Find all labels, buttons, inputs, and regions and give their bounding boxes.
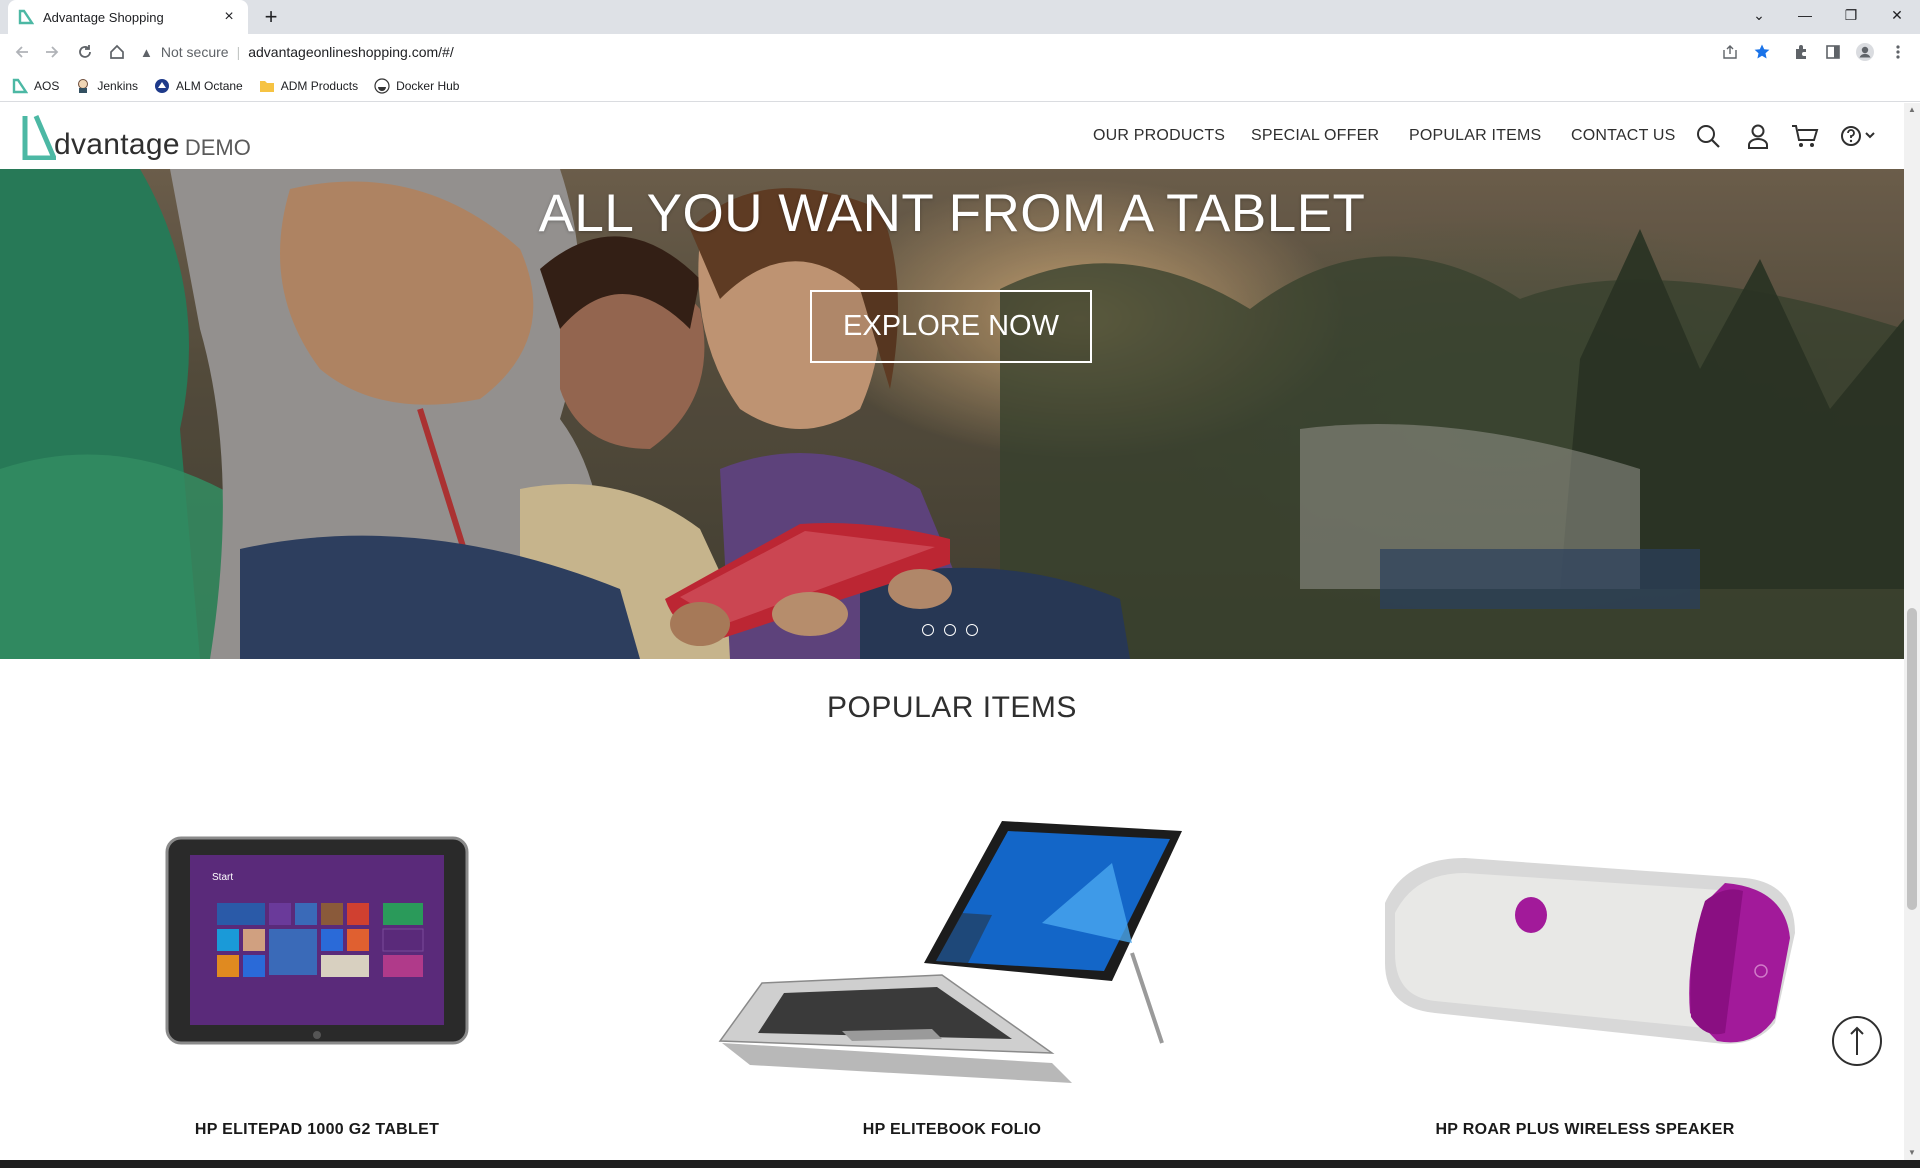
profile-avatar-icon[interactable] <box>1855 42 1875 62</box>
bookmark-aos[interactable]: AOS <box>12 78 59 94</box>
product-name[interactable]: HP ELITEPAD 1000 G2 TABLET <box>57 1121 577 1139</box>
forward-button[interactable] <box>40 40 64 64</box>
bookmark-adm-products[interactable]: ADM Products <box>259 78 358 94</box>
scrollbar-thumb[interactable] <box>1907 608 1917 910</box>
product-image-elitebook-folio[interactable] <box>692 803 1212 1093</box>
browser-menu-icon[interactable] <box>1888 42 1908 62</box>
browser-toolbar: ▲ Not secure | advantageonlineshopping.c… <box>0 34 1920 70</box>
bookmark-label: Jenkins <box>97 78 139 93</box>
arrow-up-icon <box>1850 1026 1864 1055</box>
share-icon[interactable] <box>1720 42 1740 62</box>
bookmark-jenkins[interactable]: Jenkins <box>75 78 138 94</box>
hero-banner: ALL YOU WANT FROM A TABLET EXPLORE NOW <box>0 169 1904 659</box>
address-divider: | <box>236 44 241 60</box>
logo-demo-label: DEMO <box>184 135 251 160</box>
product-card[interactable]: HP ELITEBOOK FOLIO <box>692 803 1212 1160</box>
site-header: dvantage DEMO OUR PRODUCTS SPECIAL OFFER… <box>0 103 1904 169</box>
product-card[interactable]: HP ROAR PLUS WIRELESS SPEAKER <box>1325 803 1845 1160</box>
nav-special-offer[interactable]: SPECIAL OFFER <box>1251 127 1379 145</box>
bookmark-label: ALM Octane <box>176 78 243 93</box>
bookmark-label: ADM Products <box>280 78 359 93</box>
home-icon <box>110 44 124 59</box>
product-name[interactable]: HP ELITEBOOK FOLIO <box>692 1121 1212 1139</box>
new-tab-button[interactable]: + <box>258 4 284 30</box>
tab-close-icon[interactable]: × <box>220 8 238 26</box>
home-button[interactable] <box>105 40 129 64</box>
side-panel-icon[interactable] <box>1823 42 1843 62</box>
tab-search-icon[interactable]: ⌄ <box>1736 0 1782 30</box>
carousel-dot-3[interactable] <box>966 624 978 636</box>
forward-arrow-icon <box>46 46 59 58</box>
bookmark-label: AOS <box>34 78 60 93</box>
bookmark-label: Docker Hub <box>396 78 460 93</box>
svg-text:Start: Start <box>212 872 233 883</box>
web-page: dvantage DEMO OUR PRODUCTS SPECIAL OFFER… <box>0 103 1904 1160</box>
reload-icon <box>79 45 91 58</box>
carousel-dot-2[interactable] <box>944 624 956 636</box>
carousel-indicators <box>922 624 978 636</box>
extensions-icon[interactable] <box>1791 42 1811 62</box>
product-image-roar-plus-speaker[interactable] <box>1325 803 1845 1093</box>
product-image-elitepad[interactable]: Start <box>57 803 577 1093</box>
window-close-button[interactable]: ✕ <box>1874 0 1920 30</box>
folder-icon <box>259 80 274 92</box>
minimize-button[interactable]: — <box>1782 0 1828 30</box>
nav-contact-us[interactable]: CONTACT US <box>1571 127 1676 145</box>
aos-logo-icon <box>12 78 28 93</box>
hero-title: ALL YOU WANT FROM A TABLET <box>538 184 1366 243</box>
reload-button[interactable] <box>73 40 97 64</box>
page-scrollbar[interactable]: ▲ ▼ <box>1904 103 1920 1160</box>
browser-tab-active[interactable]: Advantage Shopping × <box>8 0 248 34</box>
aos-favicon-icon <box>18 9 34 25</box>
scroll-to-top-button[interactable] <box>1832 1016 1882 1066</box>
bookmark-docker-hub[interactable]: Docker Hub <box>374 77 460 94</box>
product-name[interactable]: HP ROAR PLUS WIRELESS SPEAKER <box>1325 1121 1845 1139</box>
scroll-down-arrow-icon[interactable]: ▼ <box>1904 1146 1920 1160</box>
logo-text: dvantage <box>54 128 180 161</box>
bookmark-star-icon[interactable] <box>1752 42 1772 62</box>
user-icon[interactable] <box>1743 121 1773 151</box>
search-icon[interactable] <box>1693 121 1723 151</box>
back-button[interactable] <box>10 40 34 64</box>
product-card[interactable]: Start HP ELITEPAD 1000 G2 TABLET <box>57 803 577 1160</box>
warning-triangle-icon[interactable]: ▲ <box>140 45 153 60</box>
security-label[interactable]: Not secure <box>161 44 229 60</box>
tab-title: Advantage Shopping <box>43 9 164 25</box>
advantage-logo-icon <box>22 115 56 160</box>
os-taskbar <box>0 1160 1920 1168</box>
docker-icon <box>374 77 390 94</box>
url-text[interactable]: advantageonlineshopping.com/#/ <box>248 44 454 60</box>
nav-our-products[interactable]: OUR PRODUCTS <box>1093 127 1225 145</box>
browser-tab-bar: Advantage Shopping × + ⌄ — ❐ ✕ <box>0 0 1920 34</box>
help-menu-icon[interactable] <box>1838 121 1882 151</box>
popular-items-heading: POPULAR ITEMS <box>827 691 1077 724</box>
address-bar[interactable]: ▲ Not secure | advantageonlineshopping.c… <box>140 38 1750 66</box>
bookmark-alm-octane[interactable]: ALM Octane <box>154 78 243 94</box>
restore-button[interactable]: ❐ <box>1828 0 1874 30</box>
back-arrow-icon <box>15 46 28 58</box>
octane-icon <box>155 78 170 93</box>
scroll-up-arrow-icon[interactable]: ▲ <box>1904 103 1920 117</box>
carousel-dot-1[interactable] <box>922 624 934 636</box>
jenkins-icon <box>78 78 89 93</box>
bookmarks-bar: AOS Jenkins ALM Octane ADM Products Dock… <box>0 70 1920 102</box>
site-logo[interactable]: dvantage DEMO <box>22 112 251 160</box>
cart-icon[interactable] <box>1790 121 1820 151</box>
nav-popular-items[interactable]: POPULAR ITEMS <box>1409 127 1541 145</box>
explore-now-button[interactable]: EXPLORE NOW <box>810 290 1092 363</box>
